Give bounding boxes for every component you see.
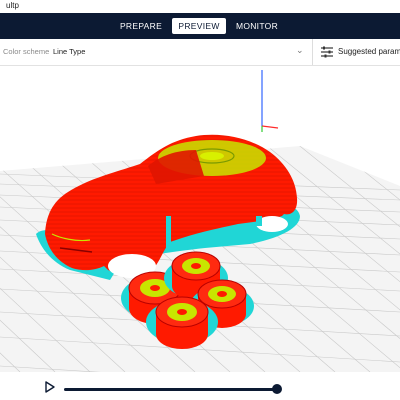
tab-monitor[interactable]: MONITOR	[232, 18, 282, 34]
color-scheme-label: Color scheme	[3, 47, 50, 56]
layer-slider-handle[interactable]	[272, 384, 282, 394]
3d-viewport[interactable]	[0, 66, 400, 372]
suggested-parameters-label: Suggested paramet...	[338, 47, 400, 56]
view-toolbar: Color scheme Line Type ⌄ Suggested param…	[0, 39, 400, 66]
play-icon[interactable]	[45, 381, 55, 393]
layer-slider-track[interactable]	[64, 388, 278, 391]
tab-prepare[interactable]: PREPARE	[118, 18, 164, 34]
tab-preview[interactable]: PREVIEW	[172, 18, 226, 34]
window-title: ultp	[6, 1, 19, 10]
color-scheme-select[interactable]: Line Type	[53, 47, 85, 56]
sliders-icon	[321, 46, 333, 58]
toolbar-divider	[312, 39, 313, 65]
window-titlebar: ultp	[0, 0, 400, 13]
layer-playback-bar	[0, 372, 400, 400]
stage-tabbar: PREPARE PREVIEW MONITOR	[0, 13, 400, 39]
preview-canvas[interactable]	[0, 66, 400, 372]
suggested-parameters-button[interactable]: Suggested paramet...	[316, 39, 400, 65]
support-pillar	[166, 216, 171, 252]
chevron-down-icon[interactable]: ⌄	[296, 45, 304, 56]
